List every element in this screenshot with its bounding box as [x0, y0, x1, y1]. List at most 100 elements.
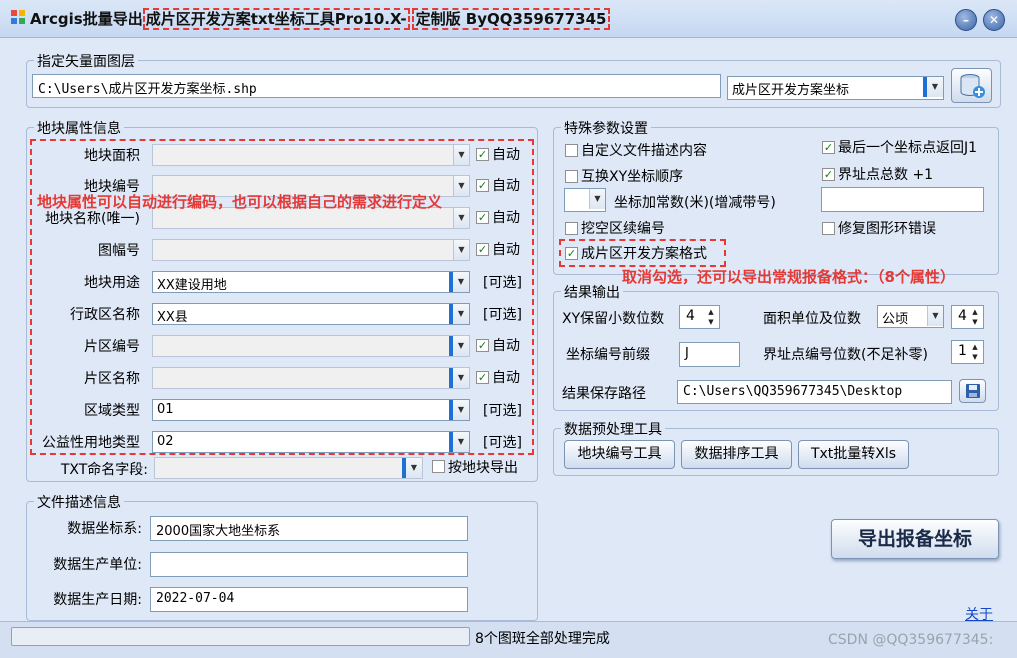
shapefile-path-input[interactable]: C:\Users\成片区开发方案坐标.shp [32, 74, 721, 98]
preprocess-legend: 数据预处理工具 [561, 419, 665, 439]
save-path-label: 结果保存路径 [562, 386, 646, 402]
attribute-value-select[interactable]: XX建设用地 ▼ [152, 271, 470, 293]
constant-label: 坐标加常数(米)(增减带号) [614, 195, 776, 211]
custom-desc-checkbox[interactable] [565, 144, 578, 157]
file-desc-legend: 文件描述信息 [34, 492, 124, 512]
save-path-button[interactable] [959, 379, 986, 403]
txt-name-field-select[interactable]: ▼ [154, 457, 423, 479]
spinner-arrows-icon: ▲ ▼ [972, 343, 978, 361]
attribute-auto-label: 自动 [492, 147, 520, 163]
swap-xy-checkbox[interactable] [565, 170, 578, 183]
export-by-parcel-checkbox[interactable] [432, 460, 445, 473]
repair-ring-checkbox[interactable] [822, 222, 835, 235]
attribute-auto-label: 自动 [492, 242, 520, 258]
save-path-input[interactable]: C:\Users\QQ359677345\Desktop [677, 380, 952, 404]
attribute-value-select[interactable]: 02 ▼ [152, 431, 470, 453]
chevron-down-icon: ▼ [453, 176, 469, 196]
pad-digits-label: 界址点编号位数(不足补零) [763, 347, 928, 363]
custom-desc-label: 自定义文件描述内容 [581, 143, 707, 159]
status-text: 8个图斑全部处理完成 [475, 631, 610, 647]
chevron-down-icon: ▼ [449, 304, 469, 324]
constant-select[interactable]: ▼ [564, 188, 606, 212]
progress-bar [11, 627, 470, 646]
chevron-down-icon: ▼ [449, 400, 469, 420]
pad-digits-spinner[interactable]: 1 ▲ ▼ [951, 340, 984, 364]
chevron-down-icon: ▼ [449, 336, 469, 356]
attribute-label: 公益性用地类型 [42, 435, 140, 451]
attribute-optional-label: [可选] [483, 403, 522, 419]
xy-decimals-spinner[interactable]: 4 ▲ ▼ [679, 305, 720, 329]
floppy-disk-icon [965, 384, 980, 398]
layer-select-value: 成片区开发方案坐标 [732, 83, 850, 98]
layer-select[interactable]: 成片区开发方案坐标 ▼ [727, 76, 944, 100]
area-unit-label: 面积单位及位数 [763, 311, 861, 327]
special-params-legend: 特殊参数设置 [561, 118, 651, 138]
attribute-auto-checkbox[interactable]: ✓ [476, 371, 489, 384]
vector-layer-legend: 指定矢量面图层 [34, 51, 138, 71]
chevron-down-icon: ▼ [449, 368, 469, 388]
producer-input[interactable] [150, 552, 468, 577]
attribute-value-select[interactable]: ▼ [152, 367, 470, 389]
production-date-input[interactable]: 2022-07-04 [150, 587, 468, 612]
attribute-auto-checkbox[interactable]: ✓ [476, 179, 489, 192]
attribute-auto-checkbox[interactable]: ✓ [476, 243, 489, 256]
chevron-down-icon: ▼ [927, 306, 943, 326]
chevron-down-icon: ▼ [402, 458, 422, 478]
boundary-total-input[interactable] [821, 187, 984, 212]
attribute-auto-label: 自动 [492, 178, 520, 194]
attribute-label: 地块面积 [84, 148, 140, 164]
attribute-optional-label: [可选] [483, 435, 522, 451]
data-sort-tool-button[interactable]: 数据排序工具 [681, 440, 792, 469]
crs-label: 数据坐标系: [67, 521, 142, 537]
close-icon: ✕ [988, 13, 1000, 27]
title-part-2: 成片区开发方案txt坐标工具Pro10.X- [142, 8, 410, 30]
attribute-value-select[interactable]: 01 ▼ [152, 399, 470, 421]
attribute-value: XX县 [157, 310, 188, 325]
boundary-total-checkbox[interactable]: ✓ [822, 168, 835, 181]
swap-xy-label: 互换XY坐标顺序 [581, 169, 684, 185]
export-by-parcel-label: 按地块导出 [448, 460, 518, 476]
producer-label: 数据生产单位: [53, 557, 142, 573]
parcel-numbering-tool-button[interactable]: 地块编号工具 [564, 440, 675, 469]
attribute-value: XX建设用地 [157, 278, 227, 293]
attribute-value-select[interactable]: ▼ [152, 144, 470, 166]
attribute-auto-checkbox[interactable]: ✓ [476, 211, 489, 224]
xy-decimals-label: XY保留小数位数 [562, 311, 665, 327]
prefix-input[interactable]: J [679, 342, 740, 367]
spinner-arrows-icon: ▲ ▼ [708, 308, 714, 326]
prefix-label: 坐标编号前缀 [566, 347, 650, 363]
last-point-return-checkbox[interactable]: ✓ [822, 141, 835, 154]
area-unit-select[interactable]: 公顷 ▼ [877, 305, 944, 328]
add-layer-button[interactable] [951, 68, 992, 103]
repair-ring-label: 修复图形环错误 [838, 221, 936, 237]
chevron-down-icon: ▼ [453, 208, 469, 228]
attribute-auto-checkbox[interactable]: ✓ [476, 339, 489, 352]
attribute-label: 片区编号 [84, 339, 140, 355]
attribute-value-select[interactable]: XX县 ▼ [152, 303, 470, 325]
watermark: CSDN @QQ359677345: [828, 632, 994, 648]
minimize-button[interactable]: – [955, 9, 977, 31]
cpq-format-checkbox[interactable]: ✓ [565, 247, 578, 260]
attribute-annotation: 地块属性可以自动进行编码，也可以根据自己的需求进行定义 [37, 193, 443, 211]
attribute-value-select[interactable]: ▼ [152, 239, 470, 261]
database-add-icon [960, 74, 985, 98]
attribute-label: 区域类型 [84, 403, 140, 419]
attribute-auto-label: 自动 [492, 338, 520, 354]
export-button[interactable]: 导出报备坐标 [831, 519, 999, 559]
area-unit-value: 公顷 [882, 312, 909, 327]
chevron-down-icon: ▼ [589, 189, 605, 209]
attribute-auto-label: 自动 [492, 210, 520, 226]
close-button[interactable]: ✕ [983, 9, 1005, 31]
production-date-label: 数据生产日期: [53, 592, 142, 608]
txt-to-xls-button[interactable]: Txt批量转Xls [798, 440, 909, 469]
attribute-auto-checkbox[interactable]: ✓ [476, 148, 489, 161]
area-decimals-spinner[interactable]: 4 ▲ ▼ [951, 305, 984, 329]
spinner-arrows-icon: ▲ ▼ [972, 308, 978, 326]
attribute-auto-label: 自动 [492, 370, 520, 386]
hollow-renumber-checkbox[interactable] [565, 222, 578, 235]
crs-input[interactable]: 2000国家大地坐标系 [150, 516, 468, 541]
attribute-optional-label: [可选] [483, 307, 522, 323]
attribute-value-select[interactable]: ▼ [152, 335, 470, 357]
attribute-label: 行政区名称 [70, 307, 140, 323]
attribute-label: 片区名称 [84, 371, 140, 387]
